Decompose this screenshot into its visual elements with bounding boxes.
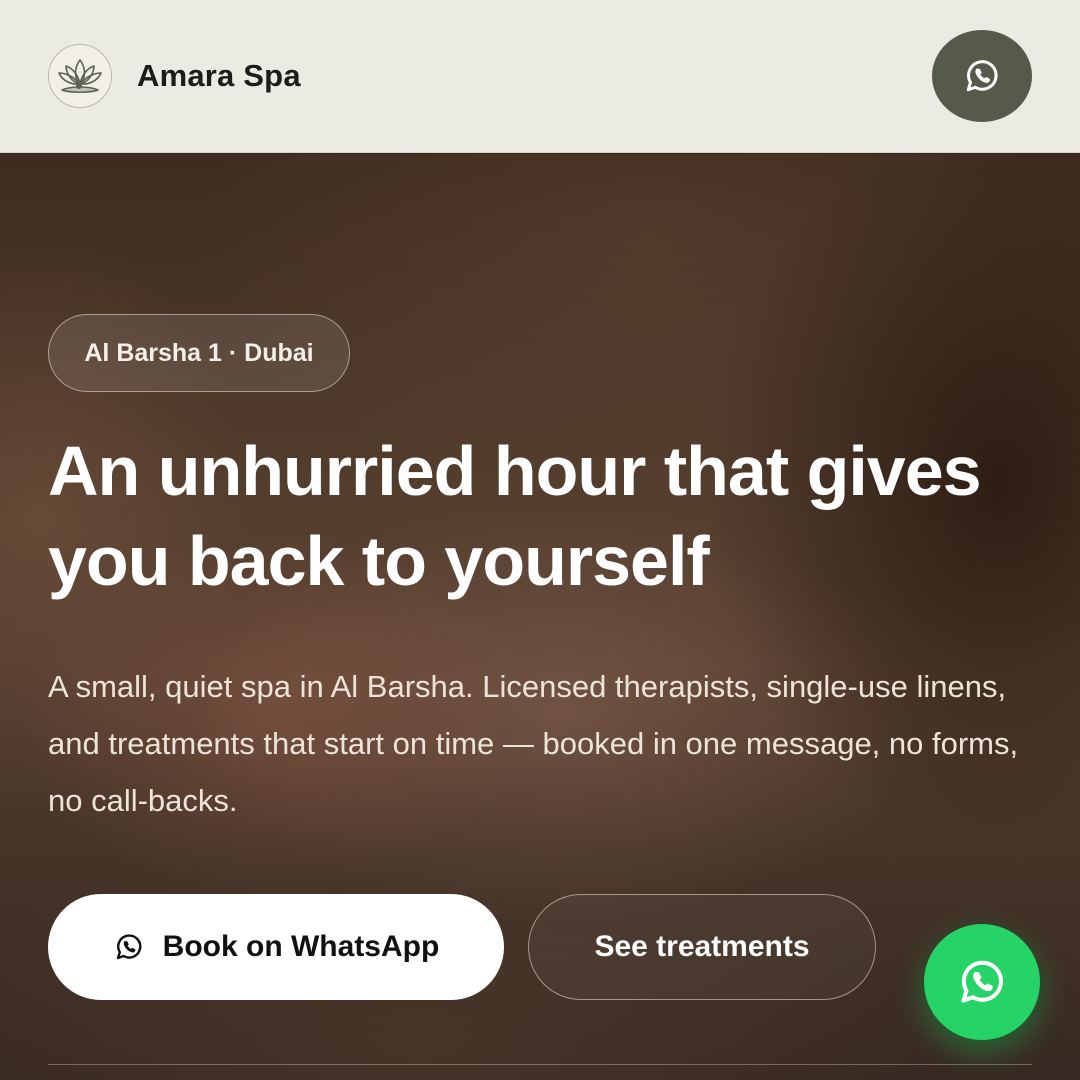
hero-subtext: A small, quiet spa in Al Barsha. License… (48, 669, 1019, 818)
brand-name[interactable]: Amara Spa (137, 56, 301, 96)
hero-section: Al Barsha 1 · Dubai An unhurried hour th… (0, 154, 1080, 1080)
whatsapp-icon (966, 60, 998, 92)
hero-headline: An unhurried hour that gives you back to… (48, 432, 982, 600)
location-badge: Al Barsha 1 · Dubai (48, 314, 350, 392)
whatsapp-icon (116, 934, 142, 960)
lotus-icon (58, 59, 102, 94)
book-on-whatsapp-button[interactable]: Book on WhatsApp (48, 894, 504, 1000)
floating-whatsapp-button[interactable] (924, 924, 1040, 1040)
see-treatments-button[interactable]: See treatments (528, 894, 876, 1000)
see-treatments-label: See treatments (594, 930, 810, 963)
book-on-whatsapp-label: Book on WhatsApp (162, 930, 440, 963)
brand-logo[interactable] (48, 44, 112, 108)
header-whatsapp-button[interactable] (932, 30, 1032, 122)
hero-divider (48, 1064, 1032, 1065)
whatsapp-icon (961, 960, 1003, 1003)
site-header: Amara Spa (0, 0, 1080, 153)
